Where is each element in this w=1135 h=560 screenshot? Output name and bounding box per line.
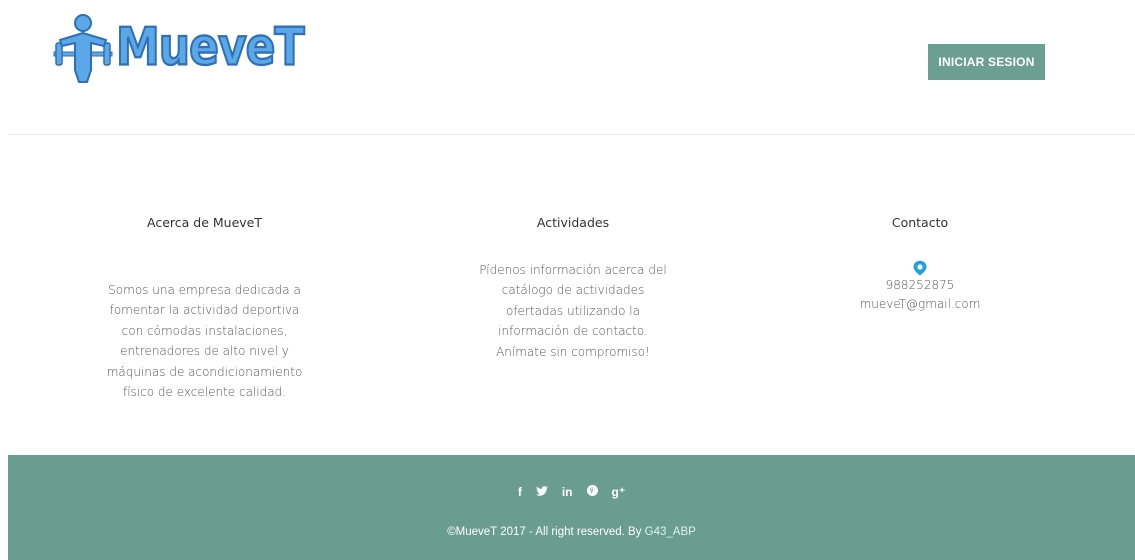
facebook-icon[interactable]: f bbox=[518, 485, 522, 499]
contact-email: mueveT@gmail.com bbox=[859, 296, 981, 311]
contact-section: Contacto 988252875 mueveT@gmail.com bbox=[840, 213, 1000, 314]
header-divider bbox=[8, 134, 1135, 135]
about-title: Acerca de MueveT bbox=[147, 215, 262, 230]
copyright-text: ©MueveT 2017 - All right reserved. By bbox=[447, 526, 645, 538]
contact-title: Contacto bbox=[891, 215, 949, 230]
twitter-icon[interactable] bbox=[535, 485, 548, 499]
copyright: ©MueveT 2017 - All right reserved. By G4… bbox=[8, 526, 1135, 538]
logo-text: MueveT bbox=[115, 16, 305, 78]
location-pin-icon[interactable] bbox=[912, 260, 928, 276]
login-button[interactable]: INICIAR SESION bbox=[928, 44, 1045, 80]
author-link[interactable]: G43_ABP bbox=[645, 526, 696, 538]
contact-phone: 988252875 bbox=[885, 277, 955, 292]
about-section: Acerca de MueveT Somos una empresa dedic… bbox=[103, 213, 306, 403]
pinterest-icon[interactable] bbox=[586, 485, 598, 499]
activities-title: Actividades bbox=[536, 215, 610, 230]
activities-text: Pídenos información acerca del catálogo … bbox=[479, 262, 667, 359]
about-text: Somos una empresa dedicada a fomentar la… bbox=[106, 282, 303, 400]
footer: f in g⁺ ©MueveT 2017 - All right reserve… bbox=[8, 455, 1135, 560]
logo[interactable]: MueveT bbox=[52, 10, 317, 85]
social-links: f in g⁺ bbox=[8, 485, 1135, 499]
linkedin-icon[interactable]: in bbox=[562, 485, 573, 499]
header: MueveT INICIAR SESION bbox=[0, 0, 1135, 135]
google-plus-icon[interactable]: g⁺ bbox=[612, 485, 626, 499]
weightlifter-icon bbox=[53, 13, 113, 83]
activities-section: Actividades Pídenos información acerca d… bbox=[475, 213, 671, 362]
